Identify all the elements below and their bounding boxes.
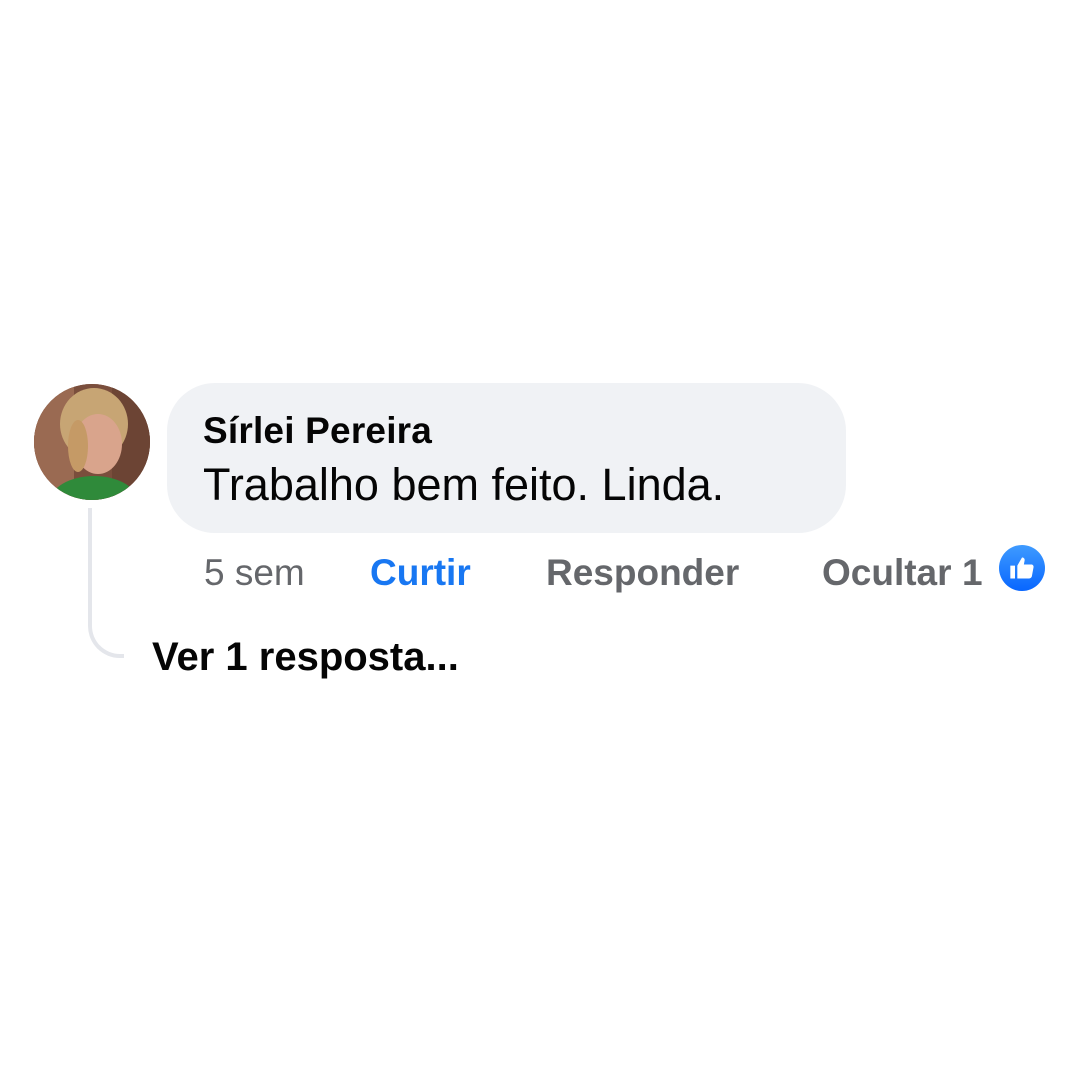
comment-actions: 5 sem Curtir Responder Ocultar 1 <box>0 548 1080 598</box>
reaction-count: 1 <box>962 552 983 593</box>
comment-text: Trabalho bem feito. Linda. <box>203 459 725 510</box>
like-button[interactable]: Curtir <box>370 548 471 598</box>
comment-thread: Sírlei Pereira Trabalho bem feito. Linda… <box>0 0 1080 1080</box>
hide-button[interactable]: Ocultar <box>822 548 952 598</box>
comment-bubble[interactable]: Sírlei Pereira Trabalho bem feito. Linda… <box>167 383 846 533</box>
comment-timestamp: 5 sem <box>204 552 305 593</box>
view-replies-link[interactable]: Ver 1 resposta... <box>152 632 459 682</box>
avatar[interactable] <box>34 384 150 500</box>
reply-button[interactable]: Responder <box>546 548 739 598</box>
avatar-photo <box>34 384 150 500</box>
comment-author[interactable]: Sírlei Pereira <box>203 409 846 453</box>
thumbs-up-icon[interactable] <box>999 545 1045 591</box>
